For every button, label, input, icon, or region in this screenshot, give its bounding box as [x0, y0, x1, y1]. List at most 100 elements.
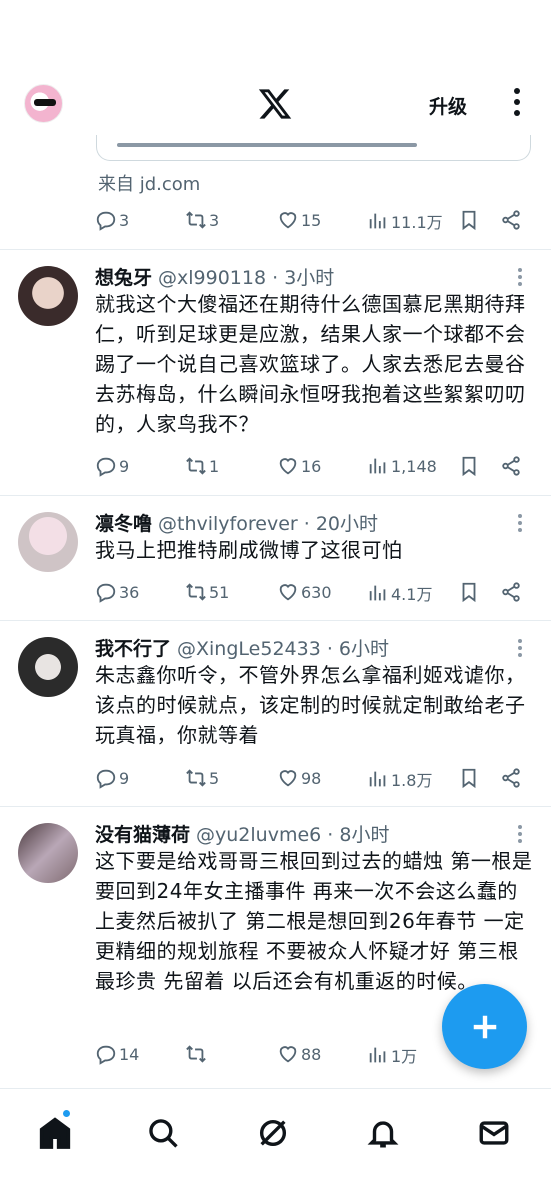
- author-name[interactable]: 我不行了: [95, 638, 171, 660]
- bell-icon: [367, 1121, 399, 1148]
- views-button[interactable]: 4.1万: [367, 581, 432, 605]
- retweet-button[interactable]: 1: [185, 455, 219, 477]
- author-name[interactable]: 想兔牙: [95, 267, 152, 289]
- retweet-icon: [186, 1045, 206, 1063]
- retweet-icon: [186, 457, 206, 475]
- share-icon: [502, 582, 520, 602]
- views-icon: [369, 585, 386, 601]
- reply-icon: [96, 211, 116, 231]
- tweet-time: · 8小时: [327, 824, 390, 846]
- nav-messages[interactable]: [477, 1116, 517, 1156]
- heart-icon: [279, 1046, 297, 1063]
- bookmark-icon: [462, 582, 476, 603]
- bookmark-button[interactable]: [458, 455, 482, 477]
- retweet-button[interactable]: [185, 1043, 209, 1065]
- author-avatar[interactable]: [18, 637, 78, 697]
- tweet-source[interactable]: 来自 jd.com: [98, 170, 200, 196]
- share-button[interactable]: [500, 455, 524, 477]
- reply-button[interactable]: 14: [95, 1043, 139, 1065]
- tweet-more-icon[interactable]: [516, 639, 524, 659]
- retweet-icon: [186, 211, 206, 229]
- like-button[interactable]: 630: [277, 581, 332, 603]
- tweet-text: 朱志鑫你听令，不管外界怎么拿福利姬戏谑你，该点的时候就点，该定制的时候就定制敢给…: [95, 663, 526, 747]
- tweet-text: 这下要是给戏哥哥三根回到过去的蜡烛 第一根是要回到24年女主播事件 再来一次不会…: [95, 849, 533, 993]
- reply-icon: [96, 769, 116, 789]
- bookmark-icon: [462, 210, 476, 231]
- x-logo-icon[interactable]: [257, 86, 293, 122]
- tweet-text: 就我这个大傻福还在期待什么德国慕尼黑期待拜仁，听到足球更是应激，结果人家一个球都…: [95, 292, 526, 436]
- tweet-more-icon[interactable]: [516, 268, 524, 288]
- bottom-nav: [0, 1088, 551, 1200]
- author-handle[interactable]: @thvilyforever: [158, 513, 298, 535]
- tweet-actions: 36 51 630 4.1万: [95, 581, 527, 607]
- views-button[interactable]: 1万: [367, 1043, 417, 1067]
- bookmark-icon: [462, 768, 476, 789]
- reply-button[interactable]: 9: [95, 455, 129, 477]
- retweet-button[interactable]: 51: [185, 581, 229, 603]
- reply-button[interactable]: 36: [95, 581, 139, 603]
- quoted-card[interactable]: [96, 135, 531, 161]
- mail-icon: [479, 1121, 509, 1145]
- tweet-text: 我马上把推特刷成微博了这很可怕: [95, 538, 403, 562]
- author-name[interactable]: 凛冬噜: [95, 513, 152, 535]
- compose-button[interactable]: [442, 984, 527, 1069]
- bookmark-button[interactable]: [458, 767, 482, 789]
- grok-icon: [259, 1119, 287, 1147]
- views-button[interactable]: 1.8万: [367, 767, 432, 791]
- tweet-actions: 3 3 15 11.1万: [95, 209, 527, 235]
- search-icon: [149, 1119, 178, 1148]
- reply-icon: [96, 1045, 116, 1065]
- notification-dot: [62, 1109, 71, 1118]
- views-button[interactable]: 11.1万: [367, 209, 443, 233]
- views-icon: [369, 1047, 386, 1063]
- tweet-time: · 6小时: [326, 638, 390, 660]
- nav-home[interactable]: [38, 1116, 78, 1156]
- top-bar: 升级: [0, 0, 551, 147]
- author-avatar[interactable]: [18, 823, 78, 883]
- tweet-actions: 9 5 98 1.8万: [95, 767, 527, 793]
- retweet-icon: [186, 769, 206, 787]
- more-options-icon[interactable]: [510, 88, 524, 120]
- nav-grok[interactable]: [256, 1116, 296, 1156]
- author-handle[interactable]: @XingLe52433: [177, 638, 321, 660]
- views-icon: [369, 213, 386, 229]
- heart-icon: [279, 212, 297, 229]
- reply-button[interactable]: 9: [95, 767, 129, 789]
- plus-icon: [473, 1015, 496, 1038]
- like-button[interactable]: 98: [277, 767, 321, 789]
- tweet-time: · 20小时: [303, 513, 379, 535]
- like-button[interactable]: 88: [277, 1043, 321, 1065]
- author-avatar[interactable]: [18, 266, 78, 326]
- tweet-time: · 3小时: [272, 267, 335, 289]
- like-button[interactable]: 16: [277, 455, 321, 477]
- upgrade-button[interactable]: 升级: [429, 92, 467, 119]
- reply-button[interactable]: 3: [95, 209, 129, 231]
- nav-notifications[interactable]: [366, 1116, 406, 1156]
- retweet-button[interactable]: 5: [185, 767, 219, 789]
- tweet-actions: 9 1 16 1,148: [95, 455, 527, 481]
- share-icon: [502, 456, 520, 476]
- author-handle[interactable]: @yu2luvme6: [196, 824, 321, 846]
- profile-avatar[interactable]: [24, 84, 63, 123]
- views-icon: [369, 458, 386, 474]
- share-button[interactable]: [500, 581, 524, 603]
- share-button[interactable]: [500, 209, 524, 231]
- views-button[interactable]: 1,148: [367, 455, 437, 477]
- retweet-button[interactable]: 3: [185, 209, 219, 231]
- tweet-more-icon[interactable]: [516, 514, 524, 534]
- nav-search[interactable]: [146, 1116, 186, 1156]
- views-icon: [369, 771, 386, 787]
- author-avatar[interactable]: [18, 512, 78, 572]
- bookmark-button[interactable]: [458, 209, 482, 231]
- reply-icon: [96, 457, 116, 477]
- author-name[interactable]: 没有猫薄荷: [95, 824, 190, 846]
- heart-icon: [279, 770, 297, 787]
- share-button[interactable]: [500, 767, 524, 789]
- bookmark-icon: [462, 456, 476, 477]
- author-handle[interactable]: @xl990118: [158, 267, 266, 289]
- like-button[interactable]: 15: [277, 209, 321, 231]
- tweet-more-icon[interactable]: [516, 825, 524, 845]
- heart-icon: [279, 584, 297, 601]
- bookmark-button[interactable]: [458, 581, 482, 603]
- share-icon: [502, 768, 520, 788]
